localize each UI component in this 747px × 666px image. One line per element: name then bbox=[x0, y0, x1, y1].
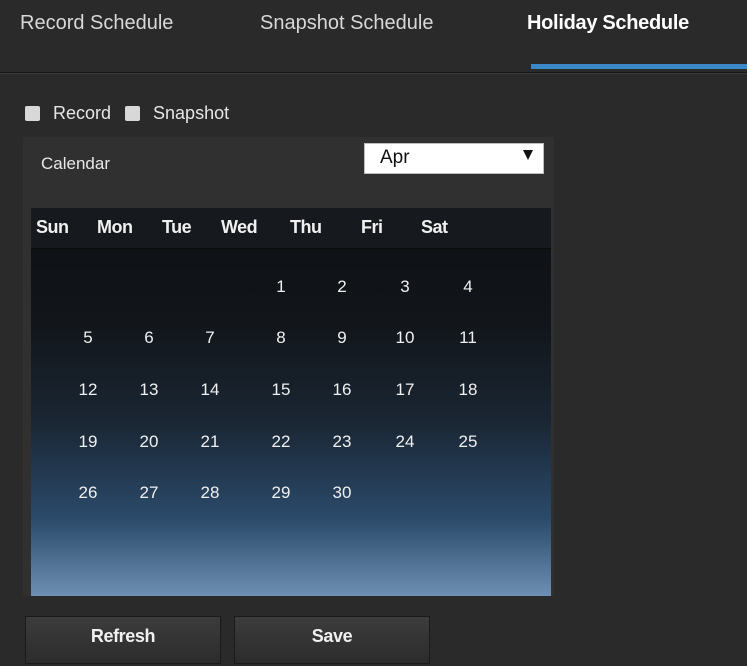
calendar-day[interactable]: 28 bbox=[190, 483, 230, 503]
calendar-title: Calendar bbox=[41, 154, 110, 173]
snapshot-checkbox-label: Snapshot bbox=[153, 102, 230, 123]
calendar-day[interactable]: 25 bbox=[448, 432, 488, 452]
calendar-day[interactable]: 2 bbox=[322, 277, 362, 297]
calendar-day[interactable]: 16 bbox=[322, 380, 362, 400]
calendar-day[interactable]: 13 bbox=[129, 380, 169, 400]
calendar-day[interactable]: 24 bbox=[385, 432, 425, 452]
calendar-day[interactable]: 14 bbox=[190, 380, 230, 400]
record-checkbox[interactable] bbox=[25, 105, 40, 121]
calendar-grid: Sun Mon Tue Wed Thu Fri Sat 1 2 3 4 5 6 … bbox=[31, 208, 551, 596]
calendar-day[interactable]: 8 bbox=[261, 328, 301, 348]
weekday-sun: Sun bbox=[36, 217, 69, 237]
calendar-day[interactable]: 11 bbox=[448, 328, 488, 348]
calendar-day[interactable]: 19 bbox=[68, 432, 108, 452]
calendar-day[interactable]: 15 bbox=[261, 380, 301, 400]
calendar-day[interactable]: 4 bbox=[448, 277, 488, 297]
calendar-day[interactable]: 3 bbox=[385, 277, 425, 297]
calendar-day[interactable]: 23 bbox=[322, 432, 362, 452]
calendar-day[interactable]: 29 bbox=[261, 483, 301, 503]
weekday-mon: Mon bbox=[97, 217, 133, 237]
weekday-sat: Sat bbox=[421, 217, 448, 237]
snapshot-checkbox[interactable] bbox=[125, 105, 141, 121]
record-checkbox-label: Record bbox=[53, 102, 112, 123]
calendar-day[interactable]: 30 bbox=[322, 483, 362, 503]
calendar-day[interactable]: 26 bbox=[68, 483, 108, 503]
calendar-day[interactable]: 12 bbox=[68, 380, 108, 400]
save-button[interactable]: Save bbox=[234, 616, 430, 664]
weekday-fri: Fri bbox=[361, 217, 383, 237]
calendar-day[interactable]: 6 bbox=[129, 328, 169, 348]
month-select-value: Apr bbox=[380, 147, 410, 168]
month-select[interactable]: Apr bbox=[364, 143, 544, 174]
calendar-day[interactable]: 10 bbox=[385, 328, 425, 348]
calendar-day[interactable]: 27 bbox=[129, 483, 169, 503]
schedule-tabs: Record Schedule Snapshot Schedule Holida… bbox=[0, 0, 747, 73]
weekday-tue: Tue bbox=[162, 217, 192, 237]
weekday-wed: Wed bbox=[221, 217, 258, 237]
calendar-day[interactable]: 21 bbox=[190, 432, 230, 452]
calendar-day[interactable]: 5 bbox=[68, 328, 108, 348]
weekday-thu: Thu bbox=[290, 217, 322, 237]
calendar-day[interactable]: 1 bbox=[261, 277, 301, 297]
tab-snapshot-schedule[interactable]: Snapshot Schedule bbox=[260, 12, 433, 35]
calendar-day[interactable]: 17 bbox=[385, 380, 425, 400]
active-tab-indicator bbox=[531, 64, 747, 69]
calendar-day[interactable]: 22 bbox=[261, 432, 301, 452]
dropdown-arrow-icon bbox=[523, 150, 533, 160]
tab-holiday-schedule[interactable]: Holiday Schedule bbox=[527, 12, 689, 35]
weekday-header: Sun Mon Tue Wed Thu Fri Sat bbox=[31, 208, 551, 249]
calendar-day[interactable]: 7 bbox=[190, 328, 230, 348]
holiday-options: Record Snapshot bbox=[25, 100, 243, 126]
calendar-day[interactable]: 18 bbox=[448, 380, 488, 400]
calendar-day[interactable]: 20 bbox=[129, 432, 169, 452]
calendar-day[interactable]: 9 bbox=[322, 328, 362, 348]
holiday-calendar: Calendar Apr Sun Mon Tue Wed Thu Fri Sat… bbox=[23, 137, 554, 596]
refresh-button[interactable]: Refresh bbox=[25, 616, 221, 664]
tab-record-schedule[interactable]: Record Schedule bbox=[20, 12, 173, 35]
